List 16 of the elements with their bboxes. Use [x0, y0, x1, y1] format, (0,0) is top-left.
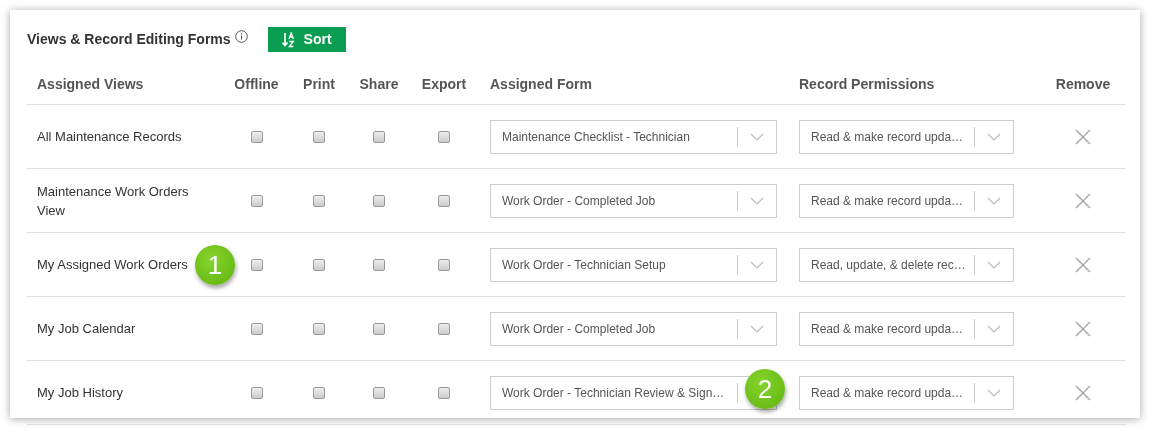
column-header: Share: [359, 75, 399, 94]
section-title: Views & Record Editing Forms: [27, 30, 231, 49]
column-header: Assigned Form: [490, 75, 592, 94]
view-name: My Job Calendar: [37, 320, 136, 338]
column-header: Print: [303, 75, 335, 94]
column-header: Assigned Views: [37, 75, 144, 94]
view-name: My Assigned Work Orders: [37, 256, 188, 274]
callout-tooltip: 2: [745, 369, 785, 409]
column-header: Record Permissions: [799, 75, 935, 94]
column-header: Export: [421, 75, 467, 94]
view-name: Maintenance Work Orders View: [37, 182, 190, 220]
view-name: My Job History: [37, 384, 123, 402]
column-header: Offline: [234, 75, 279, 94]
view-name: All Maintenance Records: [37, 128, 182, 146]
callout-tooltip: 1: [195, 245, 235, 285]
column-header: Remove: [1055, 75, 1111, 94]
